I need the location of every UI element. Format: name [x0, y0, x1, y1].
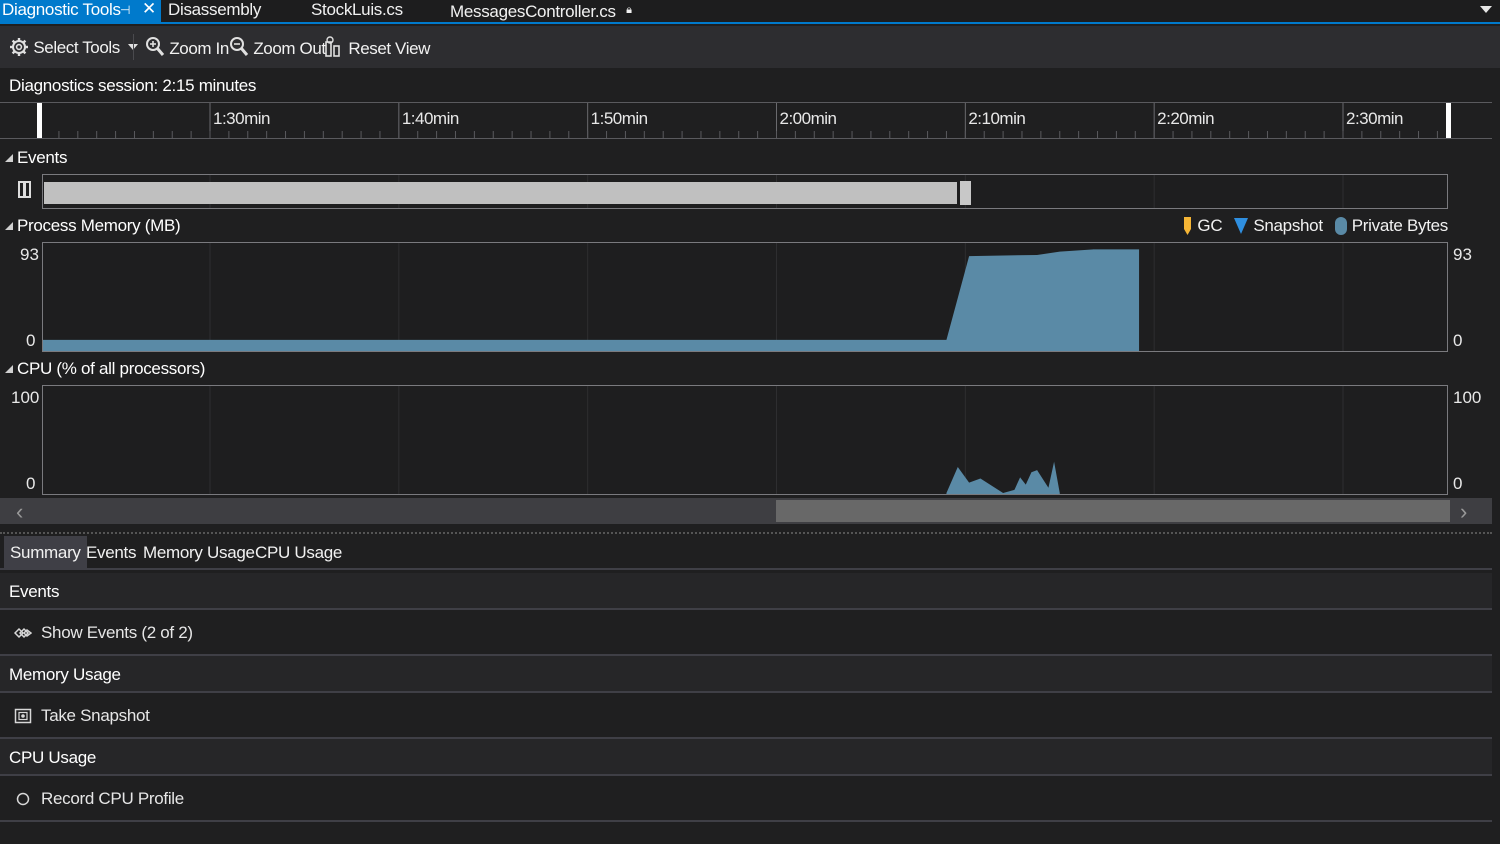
legend-private-bytes: Private Bytes: [1334, 216, 1449, 236]
legend-snapshot-label: Snapshot: [1253, 216, 1323, 235]
zoom-in-label: Zoom In: [169, 39, 229, 58]
tab-summary[interactable]: Summary: [4, 536, 87, 570]
tab-disassembly[interactable]: Disassembly: [168, 0, 261, 22]
take-snapshot-link[interactable]: Take Snapshot: [0, 693, 1492, 739]
pin-icon[interactable]: ⊣: [120, 0, 130, 20]
collapse-triangle-icon[interactable]: [5, 365, 13, 373]
memory-section-header[interactable]: Process Memory (MB): [5, 216, 181, 236]
gc-marker-icon: [1184, 217, 1192, 235]
tab-overflow-dropdown-icon[interactable]: [1480, 6, 1492, 13]
reset-view-icon: [325, 36, 340, 57]
ruler-tick-label: 2:00min: [780, 109, 837, 128]
record-cpu-profile-link[interactable]: Record CPU Profile: [0, 776, 1492, 822]
break-all-icon[interactable]: [18, 181, 31, 198]
session-duration-label: Diagnostics session: 2:15 minutes: [9, 76, 257, 95]
private-bytes-marker-icon: [1334, 217, 1347, 235]
cpu-chart[interactable]: [42, 385, 1448, 495]
collapse-triangle-icon[interactable]: [5, 154, 13, 162]
scroll-right-icon[interactable]: ›: [1460, 499, 1467, 525]
cpu-y-min-left: 0: [26, 474, 36, 493]
tab-label: Diagnostic Tools: [2, 0, 121, 19]
tab-label: Disassembly: [168, 0, 262, 19]
select-tools-button[interactable]: Select Tools: [9, 36, 139, 60]
ruler-tick-label: 2:30min: [1346, 109, 1403, 128]
memory-y-max-left: 93: [20, 245, 39, 264]
cpu-y-max-right: 100: [1453, 388, 1482, 407]
scroll-left-icon[interactable]: ‹: [16, 499, 23, 525]
cpu-chart-svg: [209, 386, 1344, 494]
tab-diagnostic-tools[interactable]: Diagnostic Tools ⊣ ✕: [0, 0, 161, 22]
memory-legend: GC Snapshot Private Bytes: [1183, 216, 1448, 236]
events-icon: [14, 627, 32, 639]
ruler-tick-label: 1:40min: [402, 109, 459, 128]
take-snapshot-label: Take Snapshot: [41, 706, 150, 725]
events-debugger-bar[interactable]: [44, 182, 957, 204]
legend-gc: GC: [1183, 216, 1223, 236]
tab-stockluis[interactable]: StockLuis.cs: [311, 0, 403, 22]
timeline-end-handle[interactable]: [1446, 103, 1451, 138]
summary-cpu-heading: CPU Usage: [0, 739, 1492, 776]
ruler-tick-label: 1:30min: [213, 109, 270, 128]
ruler-tick-label: 1:50min: [591, 109, 648, 128]
collapse-triangle-icon[interactable]: [5, 222, 13, 230]
diagnostic-toolbar: Select Tools Zoom In Zoom Out Reset View: [0, 26, 1500, 68]
gear-icon: [10, 38, 28, 56]
snapshot-marker-icon: [1234, 218, 1249, 234]
zoom-out-button[interactable]: Zoom Out: [229, 36, 326, 60]
series-area: [43, 249, 1140, 351]
summary-events-heading: Events: [0, 573, 1492, 610]
memory-section-title: Process Memory (MB): [17, 216, 181, 235]
timeline-start-handle[interactable]: [37, 103, 42, 138]
details-tab-strip: Summary Events Memory Usage CPU Usage: [0, 536, 1492, 570]
camera-icon: [14, 708, 32, 724]
events-track[interactable]: [42, 174, 1448, 209]
ruler-tick-label: 2:10min: [968, 109, 1025, 128]
memory-y-max-right: 93: [1453, 245, 1472, 264]
splitter[interactable]: [0, 532, 1492, 534]
lock-icon: 🔒︎: [626, 4, 632, 16]
zoom-in-button[interactable]: Zoom In: [145, 36, 229, 60]
summary-memory-heading: Memory Usage: [0, 656, 1492, 693]
reset-view-button[interactable]: Reset View: [324, 36, 430, 60]
cpu-y-min-right: 0: [1453, 474, 1463, 493]
tab-memory-usage[interactable]: Memory Usage: [137, 536, 261, 570]
memory-y-min-right: 0: [1453, 331, 1463, 350]
memory-chart-svg: [43, 243, 1344, 351]
show-events-link[interactable]: Show Events (2 of 2): [0, 610, 1492, 656]
events-section-title: Events: [17, 148, 68, 167]
cpu-section-title: CPU (% of all processors): [17, 359, 206, 378]
record-icon: [16, 792, 30, 806]
memory-y-min-left: 0: [26, 331, 36, 350]
close-icon[interactable]: ✕: [142, 0, 156, 19]
legend-private-bytes-label: Private Bytes: [1351, 216, 1449, 235]
zoom-out-icon: [230, 37, 249, 56]
timeline-ruler[interactable]: 1:30min 1:40min 1:50min 2:00min 2:10min 2:20m…: [0, 102, 1492, 139]
zoom-in-icon: [146, 37, 165, 56]
tab-messagescontroller[interactable]: MessagesController.cs 🔒︎: [450, 0, 632, 22]
memory-chart[interactable]: [42, 242, 1448, 352]
scrollbar-thumb[interactable]: [776, 500, 1450, 522]
select-tools-label: Select Tools: [33, 38, 120, 57]
legend-snapshot: Snapshot: [1234, 216, 1323, 236]
tab-label: StockLuis.cs: [311, 0, 403, 19]
cpu-section-header[interactable]: CPU (% of all processors): [5, 359, 205, 379]
reset-view-label: Reset View: [348, 39, 431, 58]
record-cpu-profile-label: Record CPU Profile: [41, 789, 184, 808]
events-bar-marker[interactable]: [958, 181, 971, 205]
ruler-tick-label: 2:20min: [1157, 109, 1214, 128]
timeline-scrollbar[interactable]: ‹ ›: [0, 498, 1492, 524]
tab-events[interactable]: Events: [80, 536, 142, 570]
events-section-header[interactable]: Events: [5, 148, 67, 168]
legend-gc-label: GC: [1197, 216, 1223, 235]
ruler-ticks: 1:30min 1:40min 1:50min 2:00min 2:10min 2:20m…: [58, 103, 1438, 139]
document-tab-strip: Diagnostic Tools ⊣ ✕ Disassembly StockLu…: [0, 0, 1500, 24]
show-events-label: Show Events (2 of 2): [41, 623, 193, 642]
zoom-out-label: Zoom Out: [253, 39, 326, 58]
series-area: [946, 461, 1060, 494]
toolbar-separator: [133, 34, 134, 60]
cpu-y-max-left: 100: [11, 388, 40, 407]
tab-label: MessagesController.cs: [450, 2, 616, 21]
tab-cpu-usage[interactable]: CPU Usage: [249, 536, 348, 570]
